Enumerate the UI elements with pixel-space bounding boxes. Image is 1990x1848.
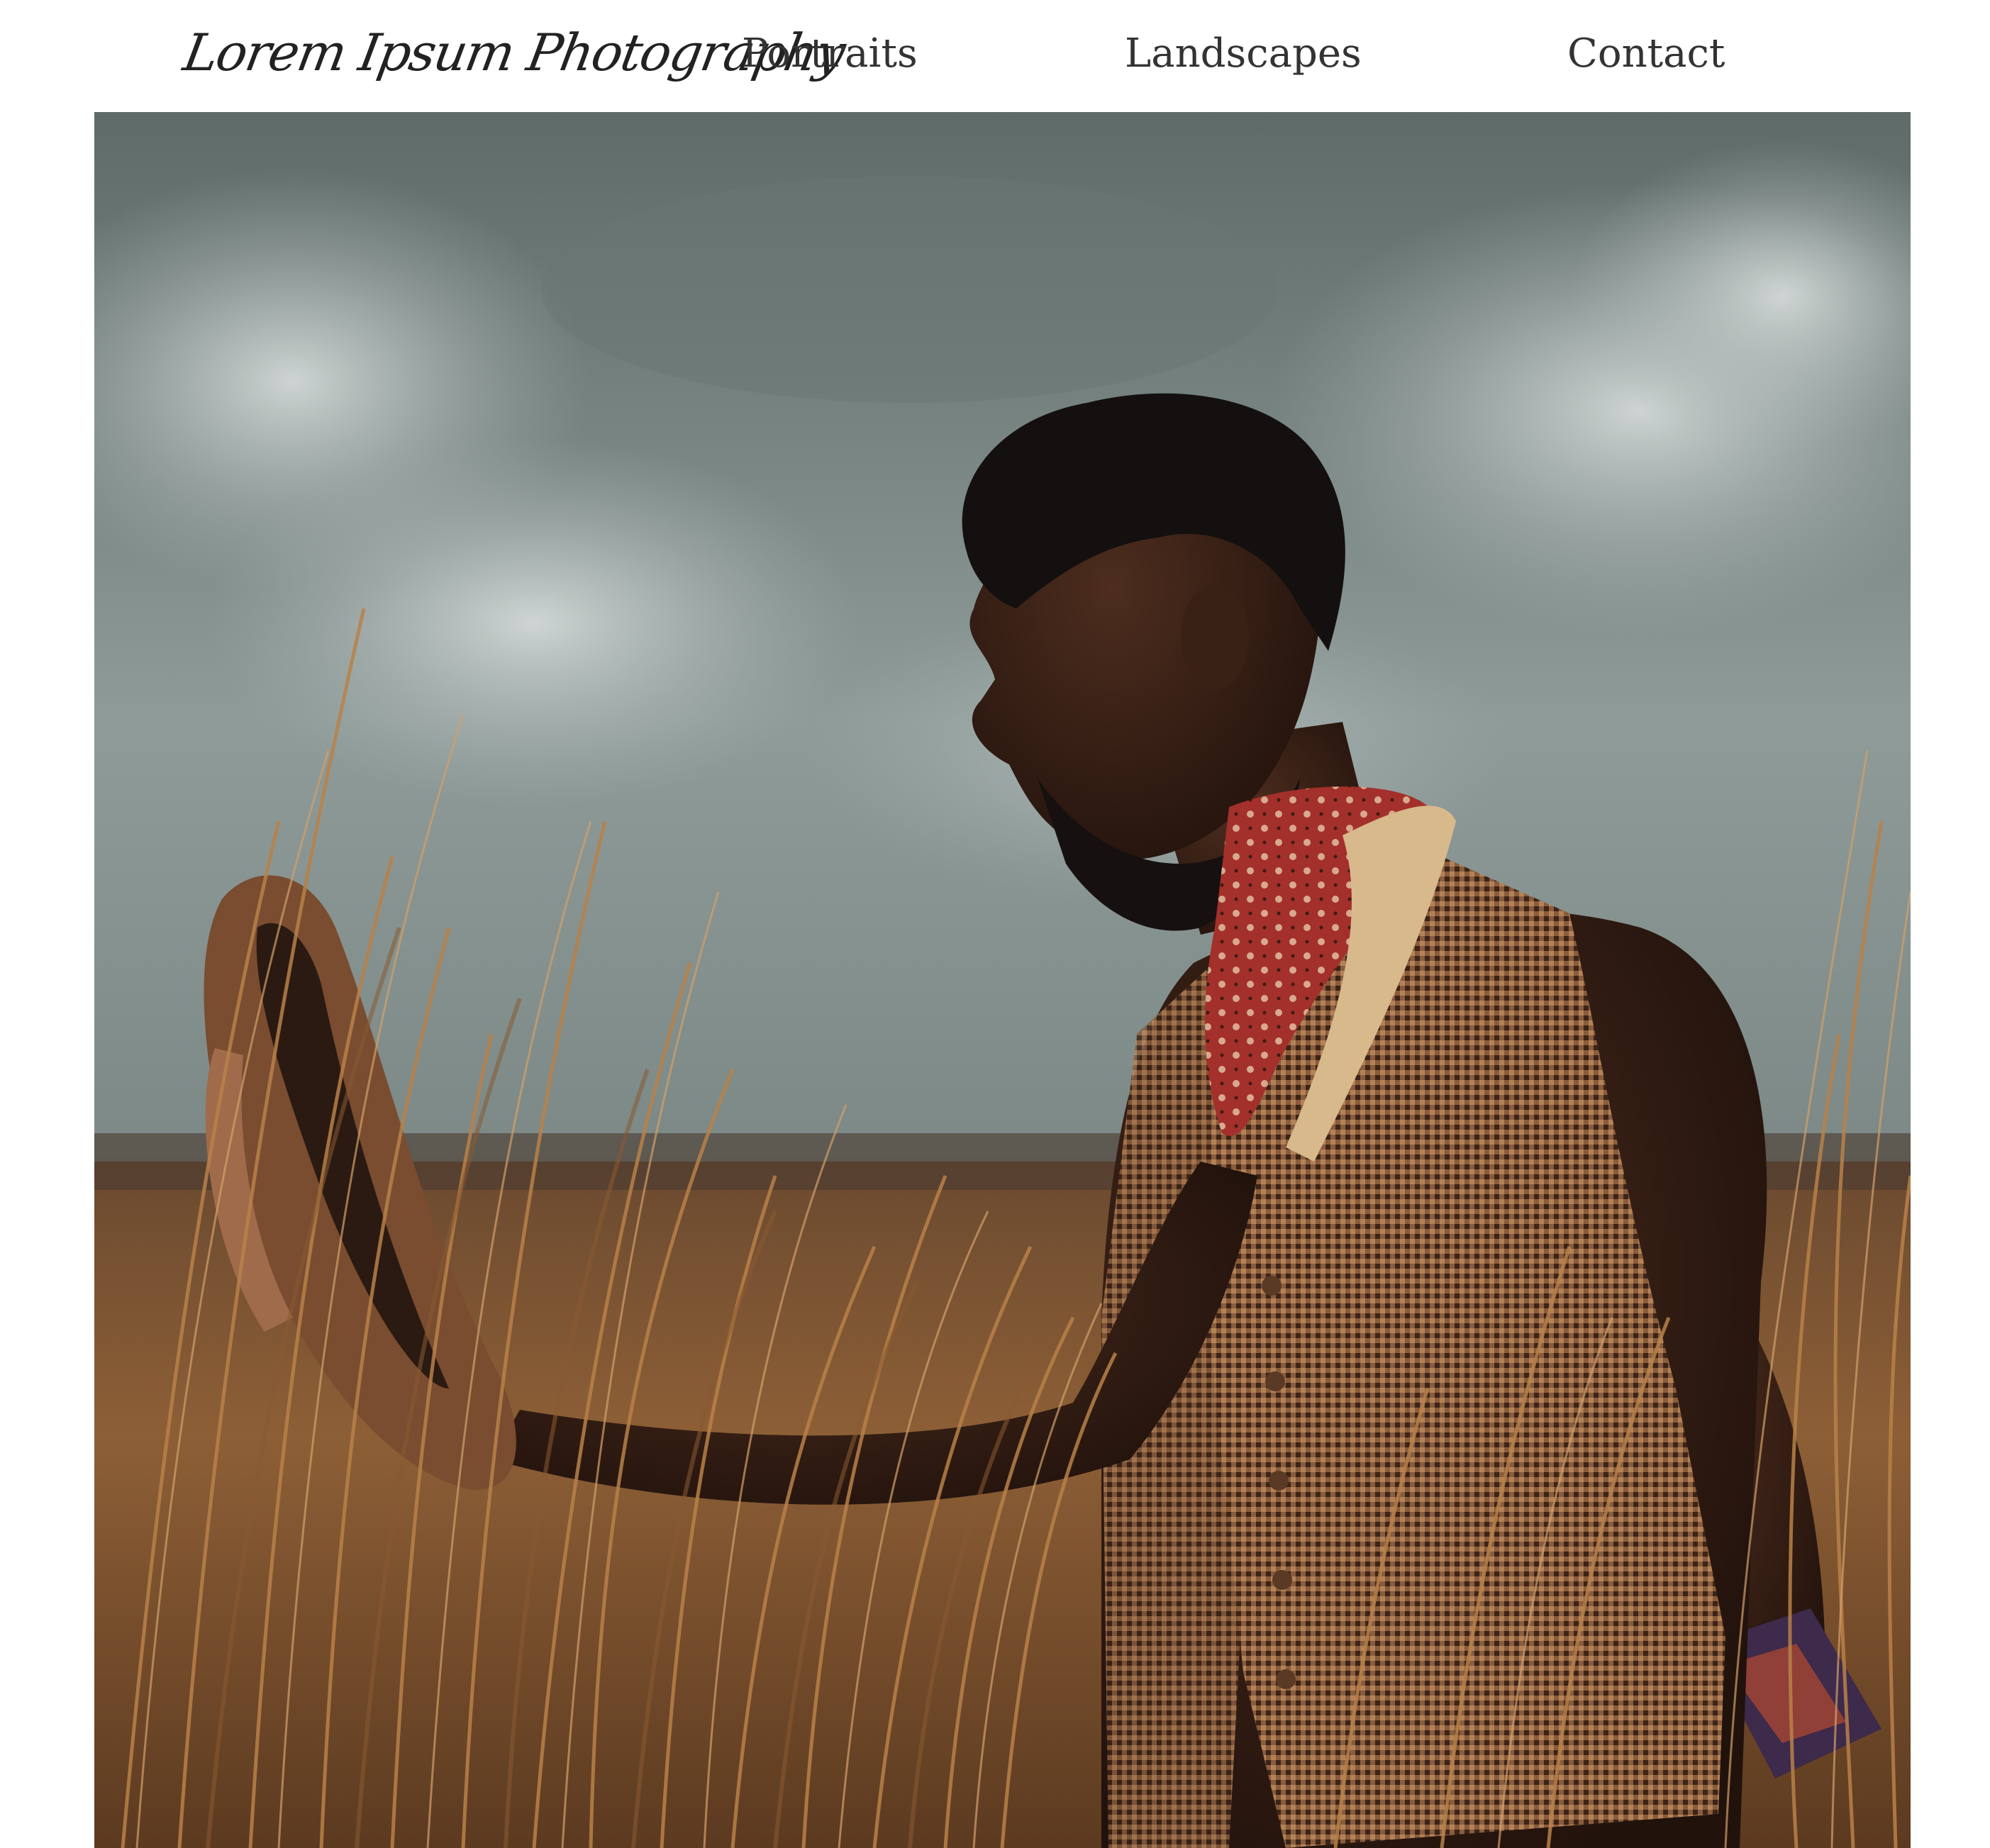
site-header: Lorem Ipsum Photography Portraits Landsc… bbox=[0, 0, 1990, 112]
hero-photo bbox=[94, 112, 1911, 1848]
portrait-photo bbox=[94, 112, 1911, 1848]
nav-link-landscapes[interactable]: Landscapes bbox=[1125, 21, 1362, 85]
nav-link-portraits[interactable]: Portraits bbox=[742, 21, 918, 85]
nav-link-contact[interactable]: Contact bbox=[1567, 21, 1725, 85]
